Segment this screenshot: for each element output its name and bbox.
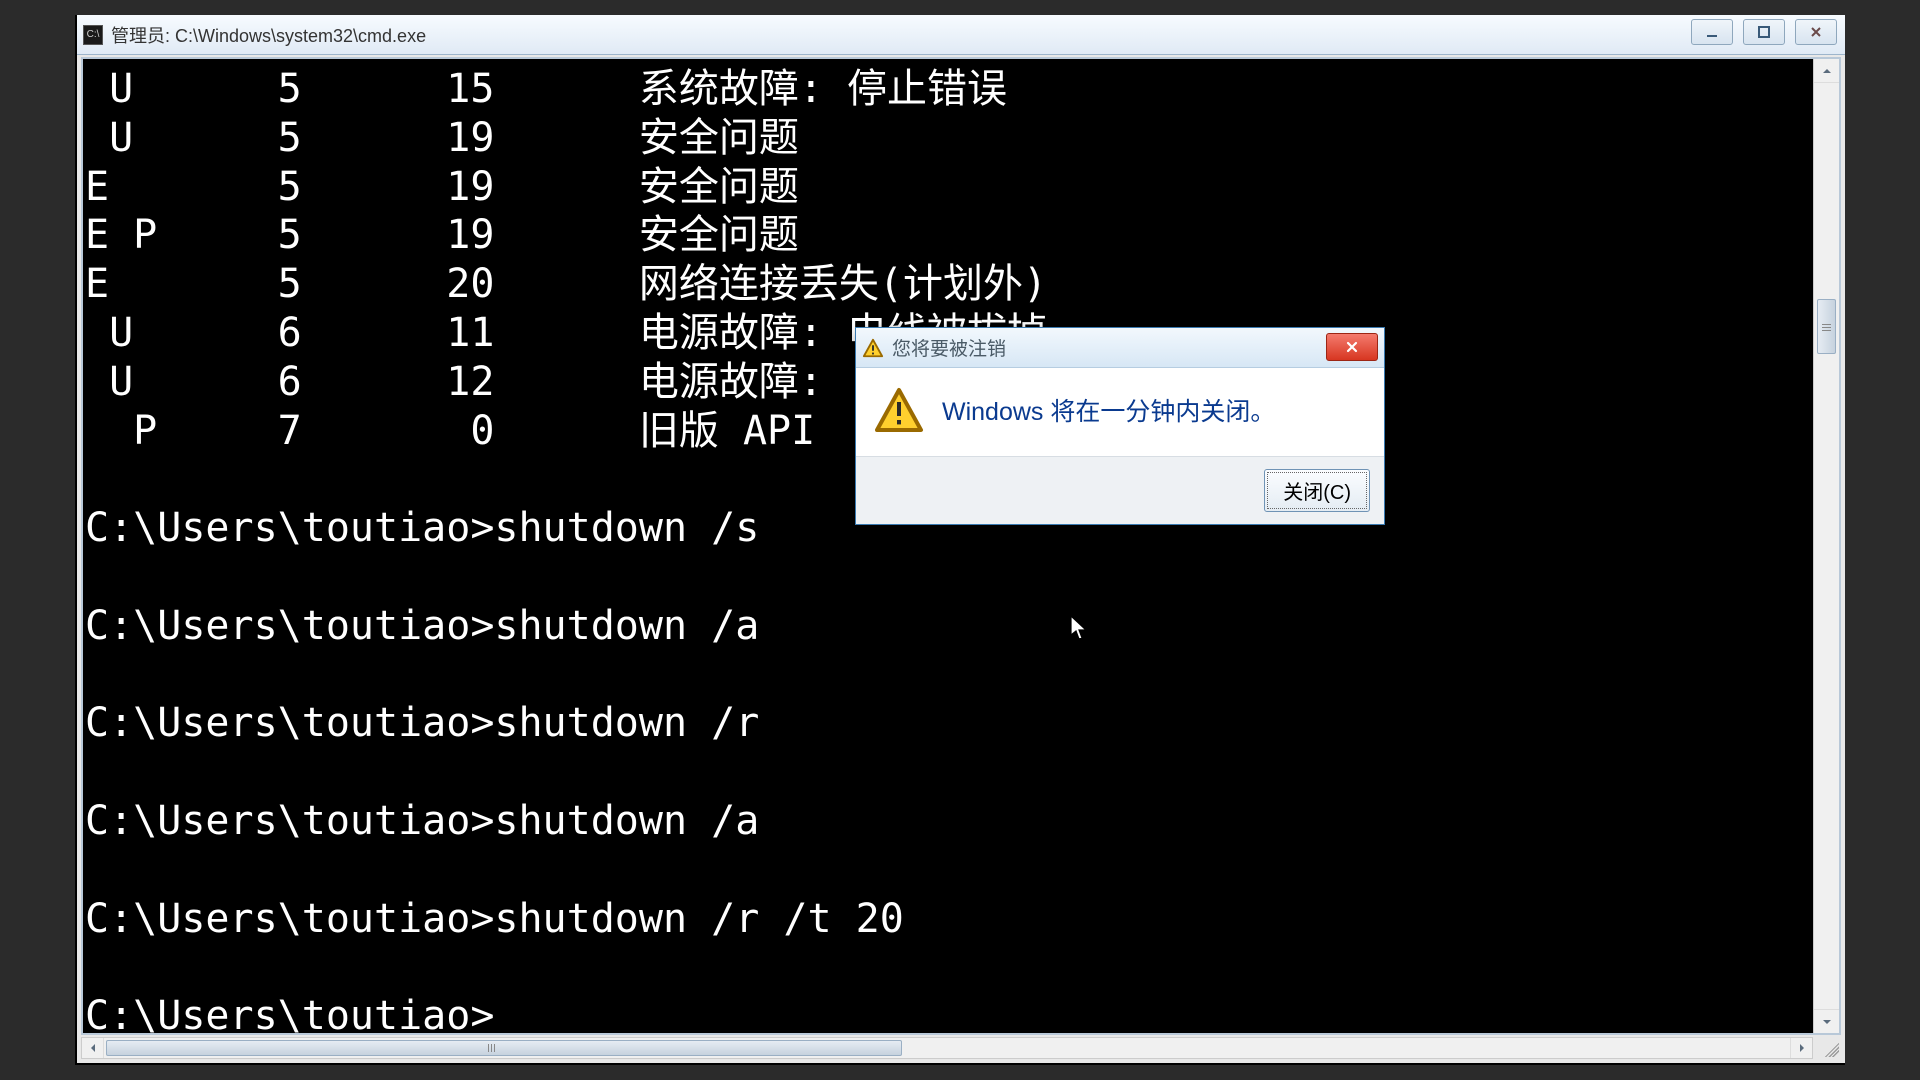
minimize-button[interactable] <box>1691 19 1733 45</box>
maximize-button[interactable] <box>1743 19 1785 45</box>
dialog-message: Windows 将在一分钟内关闭。 <box>942 392 1275 428</box>
scroll-down-button[interactable] <box>1814 1009 1839 1033</box>
scroll-left-button[interactable] <box>82 1038 104 1058</box>
terminal-area: U 5 15 系统故障: 停止错误 U 5 19 安全问题 E 5 19 安全问… <box>81 57 1841 1035</box>
titlebar[interactable]: C:\ 管理员: C:\Windows\system32\cmd.exe <box>77 15 1845 55</box>
scroll-right-button[interactable] <box>1790 1038 1812 1058</box>
scroll-up-button[interactable] <box>1814 59 1839 83</box>
warning-icon <box>874 386 924 434</box>
window-title: 管理员: C:\Windows\system32\cmd.exe <box>111 22 426 48</box>
close-icon <box>1345 340 1359 354</box>
shutdown-dialog: 您将要被注销 Windows 将在一分钟内关闭。 关闭(C) <box>855 327 1385 525</box>
cmd-window: C:\ 管理员: C:\Windows\system32\cmd.exe U 5… <box>75 15 1845 1065</box>
dialog-ok-button[interactable]: 关闭(C) <box>1264 469 1370 512</box>
resize-grip[interactable] <box>1821 1039 1839 1057</box>
cmd-icon: C:\ <box>83 25 103 45</box>
warning-small-icon <box>862 337 884 359</box>
terminal-output[interactable]: U 5 15 系统故障: 停止错误 U 5 19 安全问题 E 5 19 安全问… <box>83 59 1811 1033</box>
close-window-button[interactable] <box>1795 19 1837 45</box>
vertical-scrollbar[interactable] <box>1813 59 1839 1033</box>
horizontal-scroll-thumb[interactable] <box>106 1040 902 1056</box>
horizontal-scrollbar[interactable] <box>81 1037 1813 1059</box>
vertical-scroll-thumb[interactable] <box>1817 299 1836 354</box>
dialog-title: 您将要被注销 <box>892 334 1006 361</box>
dialog-titlebar[interactable]: 您将要被注销 <box>856 328 1384 368</box>
dialog-close-button[interactable] <box>1326 333 1378 361</box>
